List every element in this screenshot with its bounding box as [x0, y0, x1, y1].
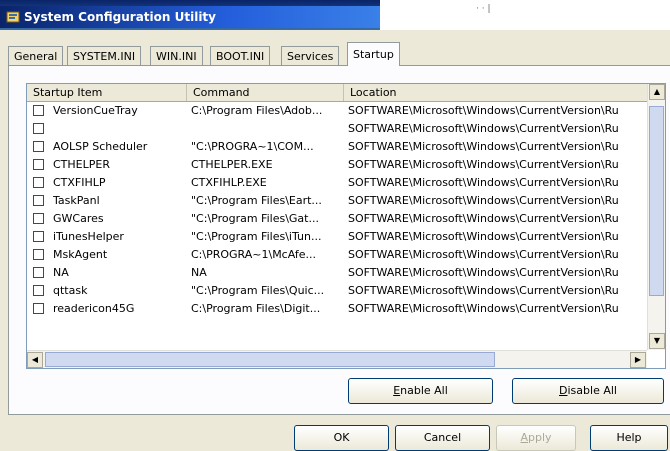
disable-all-label: isable All	[567, 384, 617, 397]
startup-item-command: "C:\PROGRA~1\COM...	[191, 140, 314, 153]
startup-item-location: SOFTWARE\Microsoft\Windows\CurrentVersio…	[348, 104, 619, 117]
startup-item-command: C:\Program Files\Adob...	[191, 104, 323, 117]
enable-checkbox[interactable]	[33, 105, 44, 116]
enable-checkbox[interactable]	[33, 159, 44, 170]
startup-item-command: "C:\Program Files\Gat...	[191, 212, 319, 225]
tab-startup[interactable]: Startup	[347, 42, 400, 66]
startup-item-location: SOFTWARE\Microsoft\Windows\CurrentVersio…	[348, 248, 619, 261]
startup-item-location: SOFTWARE\Microsoft\Windows\CurrentVersio…	[348, 284, 619, 297]
apply-button[interactable]: Apply	[496, 425, 576, 451]
enable-all-label: nable All	[400, 384, 448, 397]
startup-item-name: NA	[53, 266, 69, 279]
app-icon	[6, 11, 20, 23]
column-header-location[interactable]: Location	[344, 84, 647, 101]
startup-item-command: C:\PROGRA~1\McAfe...	[191, 248, 316, 261]
scroll-up-icon[interactable]: ▲	[649, 84, 665, 100]
table-row[interactable]: readericon45G C:\Program Files\Digit... …	[27, 300, 647, 318]
startup-item-command: C:\Program Files\Digit...	[191, 302, 321, 315]
startup-item-name: CTXFIHLP	[53, 176, 106, 189]
startup-item-command: CTHELPER.EXE	[191, 158, 273, 171]
startup-item-command: CTXFIHLP.EXE	[191, 176, 267, 189]
window-title: System Configuration Utility	[24, 10, 216, 24]
tab-boot-ini[interactable]: BOOT.INI	[210, 46, 271, 65]
startup-item-location: SOFTWARE\Microsoft\Windows\CurrentVersio…	[348, 122, 619, 135]
enable-checkbox[interactable]	[33, 195, 44, 206]
column-header-startup-item[interactable]: Startup Item	[27, 84, 187, 101]
table-row[interactable]: CTXFIHLP CTXFIHLP.EXE SOFTWARE\Microsoft…	[27, 174, 647, 192]
startup-item-name: iTunesHelper	[53, 230, 124, 243]
enable-checkbox[interactable]	[33, 303, 44, 314]
table-row[interactable]: MskAgent C:\PROGRA~1\McAfe... SOFTWARE\M…	[27, 246, 647, 264]
startup-item-location: SOFTWARE\Microsoft\Windows\CurrentVersio…	[348, 176, 619, 189]
table-row[interactable]: AOLSP Scheduler "C:\PROGRA~1\COM... SOFT…	[27, 138, 647, 156]
list-header: Startup Item Command Location	[27, 84, 665, 102]
startup-item-location: SOFTWARE\Microsoft\Windows\CurrentVersio…	[348, 158, 619, 171]
startup-item-location: SOFTWARE\Microsoft\Windows\CurrentVersio…	[348, 230, 619, 243]
table-row[interactable]: SOFTWARE\Microsoft\Windows\CurrentVersio…	[27, 120, 647, 138]
startup-item-location: SOFTWARE\Microsoft\Windows\CurrentVersio…	[348, 302, 619, 315]
enable-checkbox[interactable]	[33, 177, 44, 188]
table-row[interactable]: iTunesHelper "C:\Program Files\iTun... S…	[27, 228, 647, 246]
startup-list[interactable]: Startup Item Command Location VersionCue…	[26, 83, 666, 369]
scroll-left-icon[interactable]: ◀	[27, 352, 43, 368]
apply-accel: A	[520, 431, 528, 444]
enable-checkbox[interactable]	[33, 213, 44, 224]
vertical-scrollbar[interactable]: ▲ ▼	[647, 84, 665, 350]
startup-item-location: SOFTWARE\Microsoft\Windows\CurrentVersio…	[348, 140, 619, 153]
table-row[interactable]: qttask "C:\Program Files\Quic... SOFTWAR…	[27, 282, 647, 300]
column-header-command[interactable]: Command	[187, 84, 344, 101]
startup-item-command: "C:\Program Files\Eart...	[191, 194, 322, 207]
startup-item-location: SOFTWARE\Microsoft\Windows\CurrentVersio…	[348, 194, 619, 207]
scroll-down-icon[interactable]: ▼	[649, 333, 665, 349]
startup-item-name: qttask	[53, 284, 88, 297]
list-rows: VersionCueTray C:\Program Files\Adob... …	[27, 102, 647, 318]
startup-item-command: "C:\Program Files\Quic...	[191, 284, 325, 297]
startup-item-name: readericon45G	[53, 302, 135, 315]
tab-general[interactable]: General	[8, 46, 64, 65]
apply-label: pply	[528, 431, 552, 444]
startup-item-name: GWCares	[53, 212, 104, 225]
table-row[interactable]: NA NA SOFTWARE\Microsoft\Windows\Current…	[27, 264, 647, 282]
enable-checkbox[interactable]	[33, 141, 44, 152]
enable-all-button[interactable]: Enable All	[348, 378, 493, 404]
startup-item-name: AOLSP Scheduler	[53, 140, 148, 153]
tab-win-ini[interactable]: WIN.INI	[150, 46, 203, 65]
ok-button[interactable]: OK	[294, 425, 389, 451]
disable-all-accel: D	[559, 384, 568, 397]
decorative-mark: · · |	[476, 4, 491, 14]
scroll-right-icon[interactable]: ▶	[630, 352, 646, 368]
table-row[interactable]: GWCares "C:\Program Files\Gat... SOFTWAR…	[27, 210, 647, 228]
table-row[interactable]: CTHELPER CTHELPER.EXE SOFTWARE\Microsoft…	[27, 156, 647, 174]
vertical-scroll-thumb[interactable]	[649, 106, 664, 296]
title-bar-background: · · |	[380, 0, 670, 30]
startup-item-name: CTHELPER	[53, 158, 110, 171]
tab-services[interactable]: Services	[281, 46, 340, 65]
tab-system-ini[interactable]: SYSTEM.INI	[67, 46, 142, 65]
startup-item-name: VersionCueTray	[53, 104, 138, 117]
startup-item-command: "C:\Program Files\iTun...	[191, 230, 322, 243]
horizontal-scroll-thumb[interactable]	[45, 352, 495, 367]
help-button[interactable]: Help	[590, 425, 668, 451]
startup-item-name: MskAgent	[53, 248, 108, 261]
enable-checkbox[interactable]	[33, 249, 44, 260]
enable-checkbox[interactable]	[33, 285, 44, 296]
enable-checkbox[interactable]	[33, 231, 44, 242]
horizontal-scrollbar[interactable]: ◀ ▶	[27, 350, 647, 368]
startup-item-location: SOFTWARE\Microsoft\Windows\CurrentVersio…	[348, 212, 619, 225]
startup-item-location: SOFTWARE\Microsoft\Windows\CurrentVersio…	[348, 266, 619, 279]
disable-all-button[interactable]: Disable All	[512, 378, 664, 404]
table-row[interactable]: TaskPanl "C:\Program Files\Eart... SOFTW…	[27, 192, 647, 210]
table-row[interactable]: VersionCueTray C:\Program Files\Adob... …	[27, 102, 647, 120]
enable-checkbox[interactable]	[33, 267, 44, 278]
startup-item-name: TaskPanl	[53, 194, 100, 207]
startup-item-command: NA	[191, 266, 207, 279]
cancel-button[interactable]: Cancel	[395, 425, 490, 451]
title-bar[interactable]: · · | System Configuration Utility	[0, 0, 670, 30]
enable-checkbox[interactable]	[33, 123, 44, 134]
